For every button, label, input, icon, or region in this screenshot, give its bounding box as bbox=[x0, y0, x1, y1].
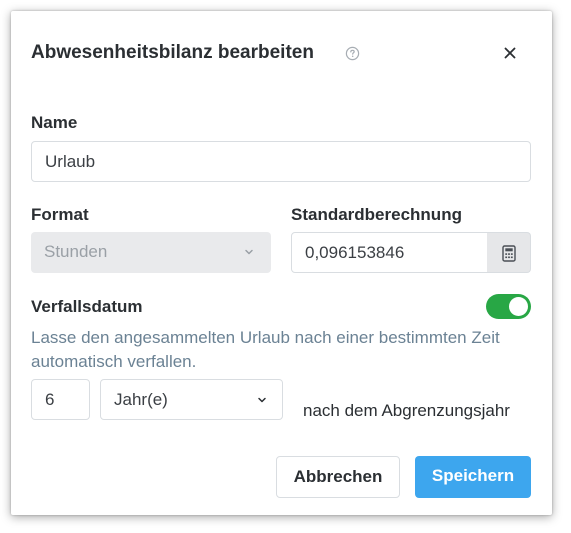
default-calculation-value: 0,096153846 bbox=[305, 243, 405, 262]
expiry-toggle[interactable] bbox=[486, 294, 531, 319]
close-icon[interactable] bbox=[502, 45, 518, 61]
dialog-title: Abwesenheitsbilanz bearbeiten bbox=[31, 42, 314, 63]
calculator-button[interactable] bbox=[487, 232, 531, 273]
format-label: Format bbox=[31, 205, 89, 224]
name-label: Name bbox=[31, 113, 78, 132]
expiry-amount-value: 6 bbox=[45, 390, 55, 409]
expiry-description: Lasse den angesammelten Urlaub nach eine… bbox=[31, 328, 500, 371]
default-calculation-label: Standardberechnung bbox=[291, 205, 462, 224]
edit-absence-balance-dialog: Abwesenheitsbilanz bearbeiten Name Urlau… bbox=[11, 11, 552, 515]
default-calculation-input[interactable]: 0,096153846 bbox=[291, 232, 488, 273]
expiry-unit-select[interactable]: Jahr(e) bbox=[100, 379, 283, 420]
save-button[interactable]: Speichern bbox=[415, 456, 531, 498]
name-input[interactable]: Urlaub bbox=[31, 141, 531, 182]
expiry-amount-input[interactable]: 6 bbox=[31, 379, 90, 420]
toggle-knob bbox=[509, 297, 528, 316]
cancel-button[interactable]: Abbrechen bbox=[276, 456, 400, 498]
name-input-value: Urlaub bbox=[45, 152, 96, 171]
calculator-icon bbox=[502, 245, 516, 262]
expiry-unit-value: Jahr(e) bbox=[114, 390, 168, 409]
expiry-label: Verfallsdatum bbox=[31, 297, 143, 316]
format-select: Stunden bbox=[31, 232, 271, 273]
format-select-value: Stunden bbox=[44, 242, 108, 261]
help-circle-icon[interactable] bbox=[345, 46, 360, 61]
expiry-suffix-text: nach dem Abgrenzungsjahr bbox=[303, 401, 510, 420]
chevron-down-icon bbox=[258, 397, 266, 403]
chevron-down-icon bbox=[245, 249, 253, 255]
